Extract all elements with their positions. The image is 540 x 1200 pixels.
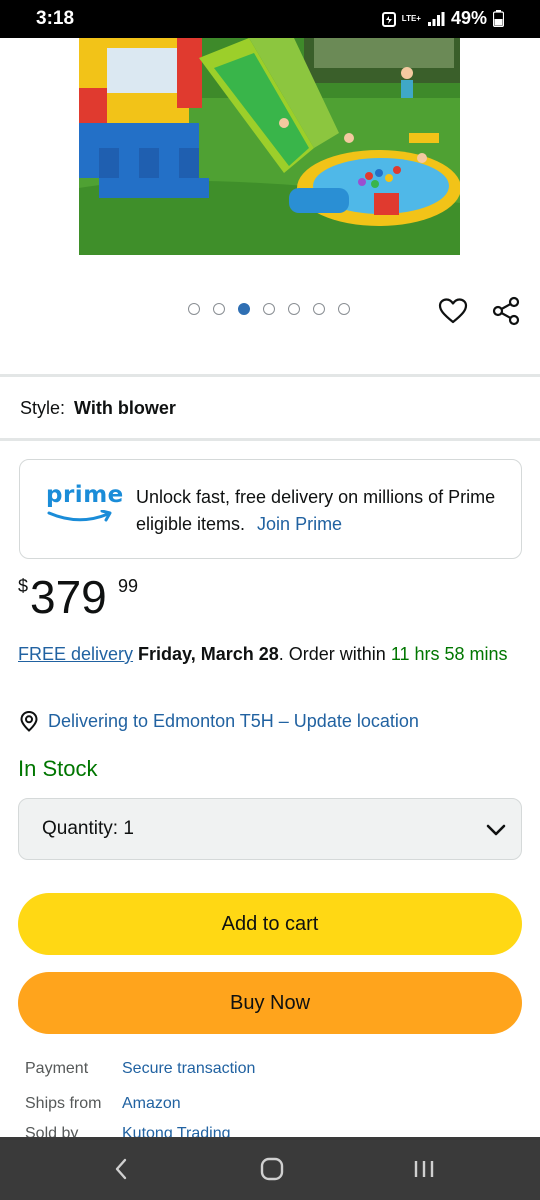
price-whole: 379	[30, 571, 107, 623]
pagination-dot[interactable]	[188, 303, 200, 315]
status-icons: LTE+ 49%	[381, 8, 504, 29]
delivery-info: FREE delivery Friday, March 28. Order wi…	[18, 641, 522, 668]
style-value: With blower	[74, 398, 176, 418]
network-type: LTE+	[401, 13, 421, 23]
share-icon[interactable]	[490, 295, 522, 327]
status-time: 3:18	[36, 8, 75, 29]
image-pagination[interactable]	[188, 303, 350, 315]
prime-banner: prime Unlock fast, free delivery on mill…	[19, 459, 522, 559]
product-image[interactable]	[79, 38, 460, 255]
add-to-cart-button[interactable]: Add to cart	[18, 893, 522, 955]
pagination-dot[interactable]	[263, 303, 275, 315]
pagination-dot[interactable]	[213, 303, 225, 315]
delivery-date: Friday, March 28	[138, 644, 279, 664]
style-label: Style:	[20, 398, 66, 418]
quantity-dropdown[interactable]: Quantity: 1	[18, 798, 522, 860]
chevron-down-icon	[486, 824, 506, 836]
stock-status: In Stock	[18, 756, 98, 781]
style-selector[interactable]: Style: With blower	[20, 398, 176, 419]
status-bar: 3:18 LTE+ 49%	[0, 0, 540, 38]
pagination-dot[interactable]	[313, 303, 325, 315]
battery-percent: 49%	[450, 8, 487, 28]
buy-now-button[interactable]: Buy Now	[18, 972, 522, 1034]
detail-value-link[interactable]: Amazon	[122, 1095, 181, 1113]
price-fraction: 99	[118, 576, 139, 596]
delivery-location[interactable]: Delivering to Edmonton T5H – Update loca…	[18, 710, 419, 732]
prime-message: Unlock fast, free delivery on millions o…	[136, 484, 506, 538]
prime-logo-text: prime	[46, 482, 124, 508]
recent-apps-icon[interactable]	[410, 1155, 438, 1183]
delivery-countdown: 11 hrs 58 mins	[390, 644, 508, 664]
quantity-value: 1	[123, 818, 134, 839]
detail-key: Ships from	[25, 1095, 102, 1112]
join-prime-link[interactable]: Join Prime	[257, 514, 342, 534]
location-pin-icon	[20, 710, 38, 732]
pagination-dot[interactable]	[288, 303, 300, 315]
pagination-dot[interactable]	[338, 303, 350, 315]
heart-icon[interactable]	[437, 295, 469, 327]
location-text: Delivering to Edmonton T5H – Update loca…	[48, 710, 419, 731]
pagination-dot-active[interactable]	[238, 303, 250, 315]
price-currency: $	[18, 576, 29, 596]
home-icon[interactable]	[258, 1155, 286, 1183]
quantity-label-group: Quantity: 1	[42, 818, 134, 840]
detail-value-link[interactable]: Secure transaction	[122, 1060, 255, 1078]
free-delivery-link[interactable]: FREE delivery	[18, 644, 133, 664]
quantity-label: Quantity:	[42, 818, 119, 839]
prime-smile-icon	[47, 510, 112, 522]
divider	[0, 374, 540, 377]
divider	[0, 438, 540, 441]
system-navigation-bar	[0, 1137, 540, 1200]
detail-key: Payment	[25, 1060, 89, 1077]
order-within-text: . Order within	[278, 644, 391, 664]
signal-icon	[427, 11, 445, 26]
prime-logo: prime	[46, 482, 123, 528]
back-icon[interactable]	[108, 1155, 136, 1183]
battery-saver-icon	[381, 11, 396, 27]
battery-icon	[493, 10, 504, 27]
